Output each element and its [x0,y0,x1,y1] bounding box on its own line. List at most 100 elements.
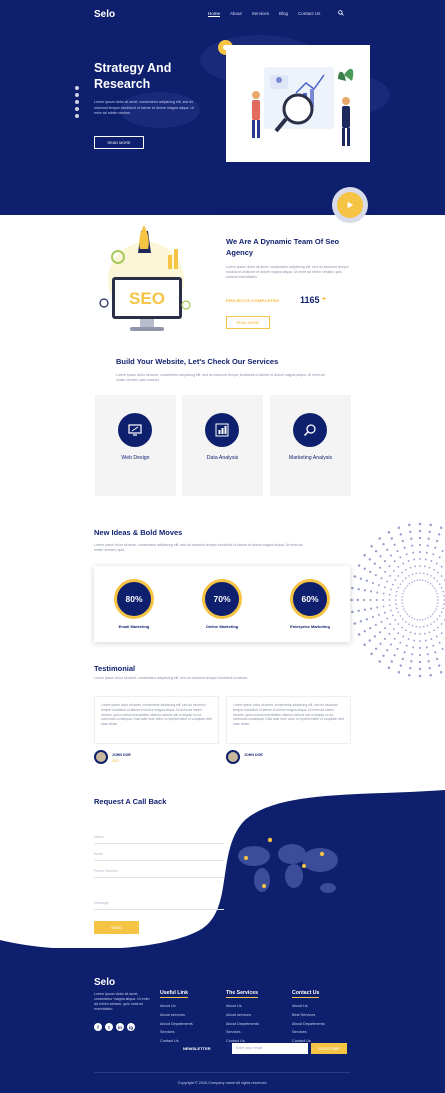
services-title: Build Your Website, Let's Check Our Serv… [116,357,279,366]
services-text: Lorem ipsum dolor sit amet, consectetur … [116,373,325,382]
stat-ring-email: 80% [114,579,154,619]
footer-about-text: Lorem ipsum dolor sit amet, consectetur … [94,992,150,1011]
callback-title: Request A Call Back [94,797,167,806]
hero-slider-dots [75,86,79,118]
slider-dot[interactable] [75,100,79,104]
instagram-icon[interactable]: ig [127,1023,135,1031]
world-map-icon [238,837,338,893]
magnifier-icon [293,413,327,447]
footer-column-title: Contact Us [292,990,320,998]
about-text: Lorem ipsum dolor sit amet, consectetur … [226,265,349,279]
ideas-title: New Ideas & Bold Moves [94,528,183,537]
main-nav: Home About Services Blog Contact Us [208,11,320,17]
nav-item-home[interactable]: Home [208,11,221,17]
phone-field[interactable]: Phone Number [94,866,224,878]
testimonial-card: Lorem ipsum dolor sit amet, consectetur … [94,696,219,744]
search-icon[interactable] [338,10,344,16]
twitter-icon[interactable]: t [105,1023,113,1031]
testimonial-title: Testimonial [94,664,136,673]
footer-link[interactable]: About Us [292,1002,325,1011]
brand-logo[interactable]: Selo [94,9,115,20]
service-label: Web Design [121,455,150,461]
testimonial-role: CEO [112,759,119,763]
footer-column-useful-links: Useful Link About Us About services Abou… [160,981,193,1046]
footer-link[interactable]: About services [160,1011,193,1020]
testimonial-subtitle: Lorem ipsum dolor sit amet, consectetur … [94,676,249,680]
hero-title: Strategy And Research [94,61,172,91]
footer-link[interactable]: About Departments [292,1020,325,1029]
footer-link[interactable]: Services [160,1028,193,1037]
name-field[interactable]: Name [94,832,224,844]
testimonial-card: Lorem ipsum dolor sit amet, consectetur … [226,696,351,744]
footer-link[interactable]: Services [292,1028,325,1037]
projects-completed-label: PROJECTS COMPLETED [226,298,280,303]
avatar [226,750,240,764]
research-illustration-icon [252,67,354,146]
footer-link[interactable]: About Us [226,1002,259,1011]
footer-column-title: The Services [226,990,259,998]
subscribe-button[interactable]: SUBSCRIBE [311,1043,347,1054]
send-button[interactable]: SEND [94,921,139,934]
slider-dot[interactable] [75,114,79,118]
footer-column-contact: Contact Us About Us Best Services About … [292,981,325,1046]
testimonial-name: JOHN DOE [112,753,131,757]
footer-link[interactable]: Services [226,1028,259,1037]
footer-link[interactable]: Contact Us [160,1037,193,1046]
nav-item-blog[interactable]: Blog [279,11,288,17]
facebook-icon[interactable]: f [94,1023,102,1031]
newsletter-label: NEWSLETTER [183,1046,211,1051]
footer-logo[interactable]: Selo [94,977,115,988]
seo-illustration: SEO [96,225,194,337]
projects-completed-count: 1165 [300,295,320,305]
monitor-icon [118,413,152,447]
footer-link[interactable]: About Us [160,1002,193,1011]
hero-text: Lorem ipsum dolor sit amet, consectetur … [94,100,195,115]
seo-monitor-icon: SEO [99,225,191,331]
hero-read-more-button[interactable]: READ MORE [94,136,144,149]
footer-divider [94,1072,350,1073]
stat-label-online: Online Marketing [205,624,239,629]
footer-link[interactable]: About Departments [226,1020,259,1029]
stat-label-enterprise: Enterprise Marketing [290,624,330,629]
hero-illustration [226,45,370,162]
hero-wave [0,170,445,214]
callback-blob-background [0,790,445,970]
footer-link[interactable]: About Departments [160,1020,193,1029]
copyright-text: Copyright © 2020.Company name All rights… [177,1081,268,1085]
seo-text: SEO [129,289,165,308]
slider-dot[interactable] [75,93,79,97]
bar-chart-icon [205,413,239,447]
about-title: We Are A Dynamic Team Of Seo Agency [226,237,340,257]
slider-dot[interactable] [75,86,79,90]
nav-item-services[interactable]: Services [252,11,269,17]
service-label: Data Analysis [206,455,239,461]
slider-dot[interactable] [75,107,79,111]
ideas-text: Lorem ipsum dolor sit amet, consectetur … [94,543,303,552]
message-field[interactable]: Message [94,898,224,910]
stat-label-email: Email Marketing [118,624,150,629]
stat-ring-online: 70% [202,579,242,619]
footer-link[interactable]: About services [226,1011,259,1020]
nav-item-contact[interactable]: Contact Us [298,11,320,17]
footer-link[interactable]: Best Services [292,1011,325,1020]
projects-plus-sign: + [322,296,327,303]
footer-column-title: Useful Link [160,990,188,998]
video-play-button[interactable] [337,192,363,218]
service-card-web-design[interactable]: Web Design [95,395,176,496]
email-field[interactable]: Email [94,849,224,861]
nav-item-about[interactable]: About [230,11,242,17]
stats-card: 80% Email Marketing 70% Online Marketing… [94,566,350,642]
service-card-data-analysis[interactable]: Data Analysis [182,395,263,496]
social-links: f t in ig [94,1023,135,1031]
service-label: Marketing Analysis [288,455,333,461]
page: Selo Home About Services Blog Contact Us… [0,0,445,1093]
avatar [94,750,108,764]
linkedin-icon[interactable]: in [116,1023,124,1031]
testimonial-name: JOHN DOE [244,753,263,757]
service-card-marketing-analysis[interactable]: Marketing Analysis [270,395,351,496]
about-read-more-button[interactable]: READ MORE [226,316,270,329]
stat-ring-enterprise: 60% [290,579,330,619]
footer-column-services: The Services About Us About services Abo… [226,981,259,1046]
play-icon [347,201,354,209]
newsletter-email-input[interactable]: Enter your email [232,1043,308,1054]
